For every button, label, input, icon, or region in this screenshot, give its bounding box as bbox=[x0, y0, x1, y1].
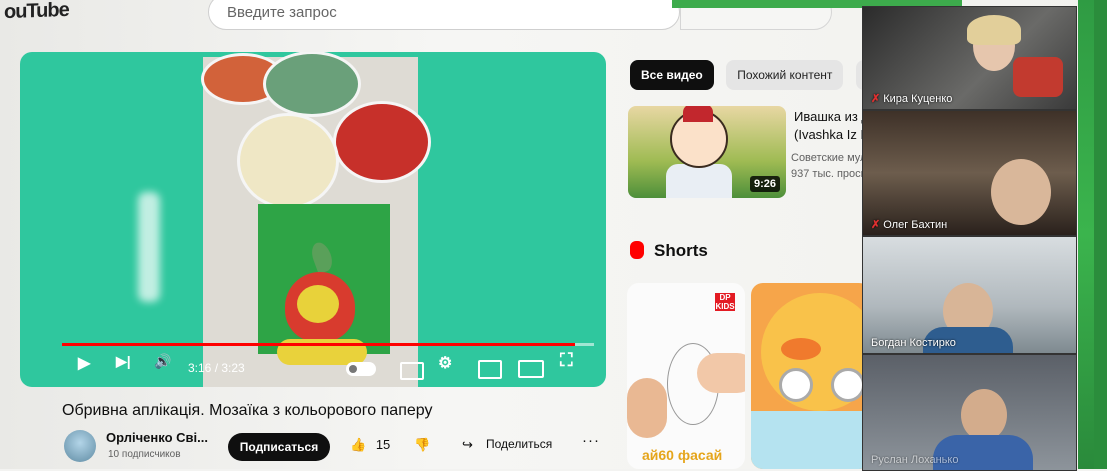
screen-glare bbox=[138, 192, 160, 302]
short-background bbox=[751, 411, 871, 469]
participant-hair bbox=[967, 15, 1021, 45]
cartoon-eye-right bbox=[831, 368, 865, 402]
theater-mode-icon[interactable] bbox=[518, 360, 544, 378]
shorts-header: Shorts bbox=[630, 241, 708, 261]
channel-name[interactable]: Орліченко Сві... bbox=[106, 430, 208, 445]
participant-tile[interactable]: Руслан Лоханько bbox=[862, 354, 1077, 471]
chip-related[interactable]: Похожий контент bbox=[726, 60, 844, 90]
short-video-1[interactable]: DP KIDS ай60 фасай bbox=[627, 283, 745, 469]
video-duration: 9:26 bbox=[749, 176, 780, 192]
short-video-2[interactable] bbox=[751, 283, 871, 469]
participant-name: ✗ Кира Куценко bbox=[871, 92, 952, 105]
progress-fill bbox=[62, 343, 576, 346]
participant-name-text: Олег Бахтин bbox=[883, 219, 948, 231]
mosaic-fruit-highlight bbox=[297, 285, 339, 323]
video-frame-content bbox=[201, 52, 431, 387]
like-button[interactable]: 👍 15 bbox=[350, 437, 390, 453]
fullscreen-icon[interactable]: ⛶ bbox=[560, 350, 573, 371]
shorts-label: Shorts bbox=[654, 241, 708, 260]
video-title: Обривна аплікація. Мозаїка з кольорового… bbox=[62, 402, 433, 419]
dp-kids-badge: DP KIDS bbox=[715, 293, 735, 311]
participant-name-text: Руслан Лоханько bbox=[871, 454, 959, 466]
participant-video bbox=[961, 389, 1007, 441]
shorts-icon bbox=[630, 241, 644, 259]
youtube-logo[interactable]: ouTube bbox=[4, 0, 69, 24]
chip-all-videos[interactable]: Все видео bbox=[630, 60, 714, 90]
participant-name: Богдан Костирко bbox=[871, 337, 956, 349]
muted-mic-icon: ✗ bbox=[871, 93, 881, 105]
search-placeholder: Введите запрос bbox=[227, 4, 337, 21]
participant-name-text: Богдан Костирко bbox=[871, 337, 956, 349]
cartoon-eye-left bbox=[779, 368, 813, 402]
next-button[interactable]: ▶| bbox=[116, 353, 131, 370]
participant-tile[interactable]: ✗ Олег Бахтин bbox=[862, 110, 1077, 236]
time-display: 3:16 / 3:23 bbox=[188, 361, 245, 375]
dislike-button[interactable]: 👎 bbox=[414, 437, 430, 453]
hand-image-2 bbox=[627, 378, 667, 438]
participant-name: Руслан Лоханько bbox=[871, 454, 958, 466]
toggle-knob bbox=[349, 365, 357, 373]
thumbs-up-icon: 👍 bbox=[350, 437, 367, 452]
filter-chips: Все видео Похожий контент Д bbox=[630, 60, 894, 90]
thumbs-down-icon: 👎 bbox=[414, 437, 431, 452]
play-button[interactable]: ▶ bbox=[78, 353, 90, 373]
video-call-panel: ✗ Кира Куценко ✗ Олег Бахтин Богдан Костир… bbox=[862, 6, 1077, 471]
more-actions-button[interactable]: ··· bbox=[582, 432, 600, 449]
participant-tile[interactable]: ✗ Кира Куценко bbox=[862, 6, 1077, 110]
participant-name-text: Кира Куценко bbox=[883, 93, 953, 105]
settings-icon[interactable]: ⚙ bbox=[438, 353, 452, 373]
recommendation-thumbnail[interactable]: 9:26 bbox=[628, 106, 786, 198]
bowl-green-paper bbox=[263, 52, 361, 117]
muted-mic-icon: ✗ bbox=[871, 219, 881, 231]
subtitles-icon[interactable] bbox=[400, 362, 424, 380]
bowl-red-paper bbox=[333, 101, 431, 183]
search-input[interactable]: Введите запрос bbox=[208, 0, 680, 30]
share-icon[interactable]: ↪ bbox=[462, 437, 473, 453]
autoplay-toggle[interactable] bbox=[346, 362, 376, 376]
progress-bar[interactable] bbox=[62, 343, 594, 346]
bowl-yellow-paper bbox=[237, 113, 339, 209]
participant-name: ✗ Олег Бахтин bbox=[871, 218, 947, 231]
participant-tile[interactable]: Богдан Костирко bbox=[862, 236, 1077, 354]
share-button[interactable]: Поделиться bbox=[486, 437, 552, 451]
thumbnail-art bbox=[666, 164, 732, 198]
thumbnail-character-hat bbox=[683, 106, 713, 122]
screen: ouTube Введите запрос ▶ ▶| 🔊 3:16 / 3:23 bbox=[0, 0, 1107, 471]
subscriber-count: 10 подписчиков bbox=[108, 449, 181, 460]
subscribe-button[interactable]: Подписаться bbox=[228, 433, 330, 461]
participant-object bbox=[1013, 57, 1063, 97]
short-logo-text: ай60 фасай bbox=[642, 447, 723, 463]
background-edge-dark bbox=[1094, 0, 1107, 469]
video-player[interactable]: ▶ ▶| 🔊 3:16 / 3:23 ⚙ ⛶ bbox=[20, 52, 606, 387]
channel-avatar[interactable] bbox=[64, 430, 96, 462]
hand-image bbox=[697, 353, 745, 393]
miniplayer-icon[interactable] bbox=[478, 360, 502, 379]
participant-video bbox=[991, 159, 1051, 225]
volume-icon[interactable]: 🔊 bbox=[154, 353, 171, 370]
like-count: 15 bbox=[375, 437, 391, 452]
cartoon-beak bbox=[781, 338, 821, 360]
